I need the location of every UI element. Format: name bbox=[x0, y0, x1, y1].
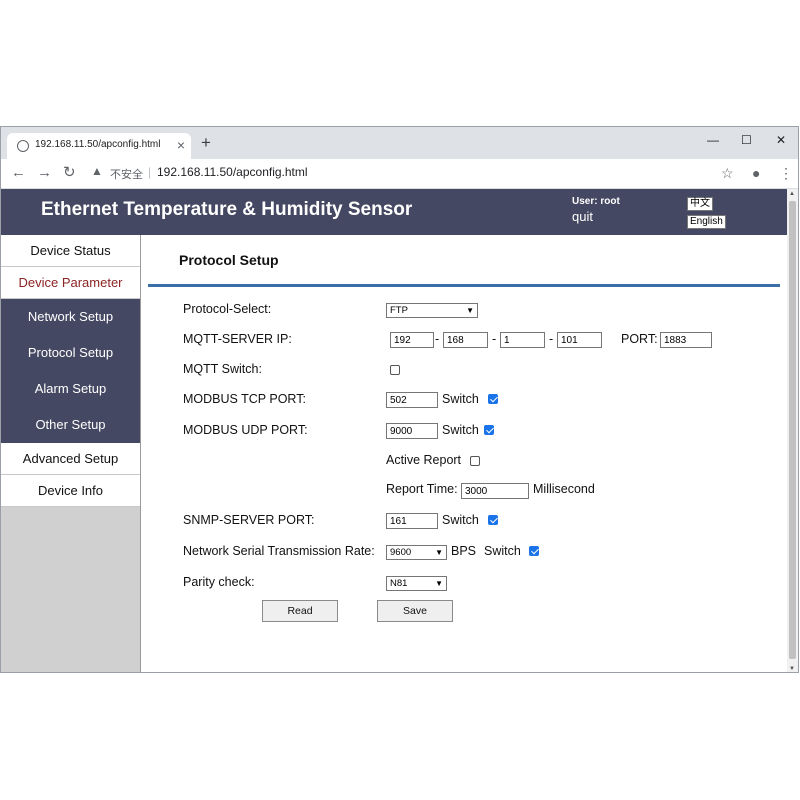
protocol-select-label: Protocol-Select: bbox=[183, 302, 272, 316]
page-title: Protocol Setup bbox=[179, 252, 279, 268]
switch-label: Switch bbox=[442, 423, 479, 437]
modbus-udp-switch-checkbox[interactable] bbox=[484, 425, 494, 435]
chevron-down-icon: ▼ bbox=[435, 548, 443, 557]
mqtt-server-ip-label: MQTT-SERVER IP: bbox=[183, 332, 292, 346]
browser-tab[interactable]: 192.168.11.50/apconfig.html × bbox=[7, 133, 191, 159]
sidebar-item-other-setup[interactable]: Other Setup bbox=[1, 407, 140, 443]
new-tab-icon[interactable]: + bbox=[201, 133, 211, 153]
ip-octet-4-input[interactable]: 101 bbox=[557, 332, 602, 348]
switch-label: Switch bbox=[442, 392, 479, 406]
reload-icon[interactable]: ↻ bbox=[63, 164, 76, 182]
scrollbar[interactable]: ▲ ▼ bbox=[787, 189, 798, 672]
main-content: Protocol Setup Protocol-Select: FTP ▼ MQ… bbox=[142, 235, 787, 672]
active-report-label: Active Report bbox=[386, 453, 462, 467]
serial-rate-value: 9600 bbox=[390, 547, 412, 558]
maximize-icon[interactable]: ☐ bbox=[741, 131, 752, 149]
switch-label: Switch bbox=[442, 513, 479, 527]
star-icon[interactable]: ☆ bbox=[721, 164, 734, 182]
active-report-checkbox[interactable] bbox=[470, 456, 480, 466]
page-header: Ethernet Temperature & Humidity Sensor U… bbox=[1, 189, 787, 235]
serial-switch-checkbox[interactable] bbox=[529, 546, 539, 556]
read-button[interactable]: Read bbox=[262, 600, 338, 622]
warning-icon[interactable]: ▲ bbox=[91, 164, 103, 178]
mqtt-switch-label: MQTT Switch: bbox=[183, 362, 262, 376]
ip-octet-3-input[interactable]: 1 bbox=[500, 332, 545, 348]
close-window-icon[interactable]: ✕ bbox=[776, 131, 786, 149]
ip-octet-1-input[interactable]: 192 bbox=[390, 332, 434, 348]
ip-octet-2-input[interactable]: 168 bbox=[443, 332, 488, 348]
profile-icon[interactable]: ● bbox=[752, 164, 760, 182]
tab-bar: 192.168.11.50/apconfig.html × + — ☐ ✕ bbox=[1, 127, 798, 159]
mqtt-switch-checkbox[interactable] bbox=[390, 365, 400, 375]
sidebar-item-device-status[interactable]: Device Status bbox=[1, 235, 140, 267]
browser-window: 192.168.11.50/apconfig.html × + — ☐ ✕ ← … bbox=[0, 126, 799, 673]
modbus-udp-port-input[interactable]: 9000 bbox=[386, 423, 438, 439]
report-time-label: Report Time: bbox=[386, 482, 458, 496]
millisecond-label: Millisecond bbox=[533, 482, 595, 496]
scroll-down-icon[interactable]: ▼ bbox=[789, 666, 795, 672]
modbus-tcp-port-input[interactable]: 502 bbox=[386, 392, 438, 408]
sidebar-item-alarm-setup[interactable]: Alarm Setup bbox=[1, 371, 140, 407]
bps-label: BPS bbox=[451, 544, 477, 558]
user-label: User: root bbox=[572, 196, 620, 207]
switch-label: Switch bbox=[484, 544, 521, 558]
menu-icon[interactable]: ⋮ bbox=[779, 164, 793, 182]
parity-value: N81 bbox=[390, 578, 408, 589]
forward-icon[interactable]: → bbox=[37, 164, 52, 182]
ip-separator: - bbox=[492, 332, 497, 346]
lang-zh-button[interactable]: 中文 bbox=[687, 197, 713, 211]
ip-separator: - bbox=[435, 332, 440, 346]
modbus-tcp-port-label: MODBUS TCP PORT: bbox=[183, 392, 306, 406]
url-field[interactable]: ▲ 不安全 | 192.168.11.50/apconfig.html bbox=[85, 162, 715, 184]
lang-en-button[interactable]: English bbox=[687, 215, 726, 229]
tab-title: 192.168.11.50/apconfig.html bbox=[35, 139, 161, 150]
snmp-server-port-label: SNMP-SERVER PORT: bbox=[183, 513, 315, 527]
chevron-down-icon: ▼ bbox=[435, 579, 443, 588]
modbus-udp-port-label: MODBUS UDP PORT: bbox=[183, 423, 308, 437]
sidebar: Device Status Device Parameter Network S… bbox=[1, 235, 141, 672]
tab-close-icon[interactable]: × bbox=[177, 136, 185, 154]
modbus-tcp-switch-checkbox[interactable] bbox=[488, 394, 498, 404]
globe-icon bbox=[17, 140, 29, 152]
ip-separator: - bbox=[549, 332, 554, 346]
url-text[interactable]: 192.168.11.50/apconfig.html bbox=[157, 165, 308, 179]
save-button[interactable]: Save bbox=[377, 600, 453, 622]
address-bar: ← → ↻ ▲ 不安全 | 192.168.11.50/apconfig.htm… bbox=[1, 159, 798, 189]
report-time-input[interactable]: 3000 bbox=[461, 483, 529, 499]
port-label: PORT: bbox=[621, 332, 658, 346]
url-separator: | bbox=[148, 165, 152, 179]
insecure-label: 不安全 bbox=[110, 169, 143, 181]
serial-rate-select[interactable]: 9600 ▼ bbox=[386, 545, 447, 560]
serial-rate-label: Network Serial Transmission Rate: bbox=[183, 544, 375, 558]
quit-link[interactable]: quit bbox=[572, 209, 593, 224]
snmp-switch-checkbox[interactable] bbox=[488, 515, 498, 525]
protocol-select-value: FTP bbox=[390, 305, 408, 316]
minimize-icon[interactable]: — bbox=[707, 131, 719, 149]
mqtt-port-input[interactable]: 1883 bbox=[660, 332, 712, 348]
scroll-up-icon[interactable]: ▲ bbox=[789, 191, 795, 197]
protocol-select[interactable]: FTP ▼ bbox=[386, 303, 478, 318]
sidebar-item-device-info[interactable]: Device Info bbox=[1, 475, 140, 507]
parity-check-label: Parity check: bbox=[183, 575, 255, 589]
scroll-thumb[interactable] bbox=[789, 201, 796, 659]
sidebar-item-advanced-setup[interactable]: Advanced Setup bbox=[1, 443, 140, 475]
device-title: Ethernet Temperature & Humidity Sensor bbox=[41, 199, 413, 220]
web-page: Ethernet Temperature & Humidity Sensor U… bbox=[1, 189, 787, 672]
sidebar-item-network-setup[interactable]: Network Setup bbox=[1, 299, 140, 335]
sidebar-item-protocol-setup[interactable]: Protocol Setup bbox=[1, 335, 140, 371]
snmp-port-input[interactable]: 161 bbox=[386, 513, 438, 529]
chevron-down-icon: ▼ bbox=[466, 306, 474, 315]
title-divider bbox=[148, 284, 780, 287]
sidebar-item-device-parameter[interactable]: Device Parameter bbox=[1, 267, 140, 299]
back-icon[interactable]: ← bbox=[11, 164, 26, 182]
parity-select[interactable]: N81 ▼ bbox=[386, 576, 447, 591]
